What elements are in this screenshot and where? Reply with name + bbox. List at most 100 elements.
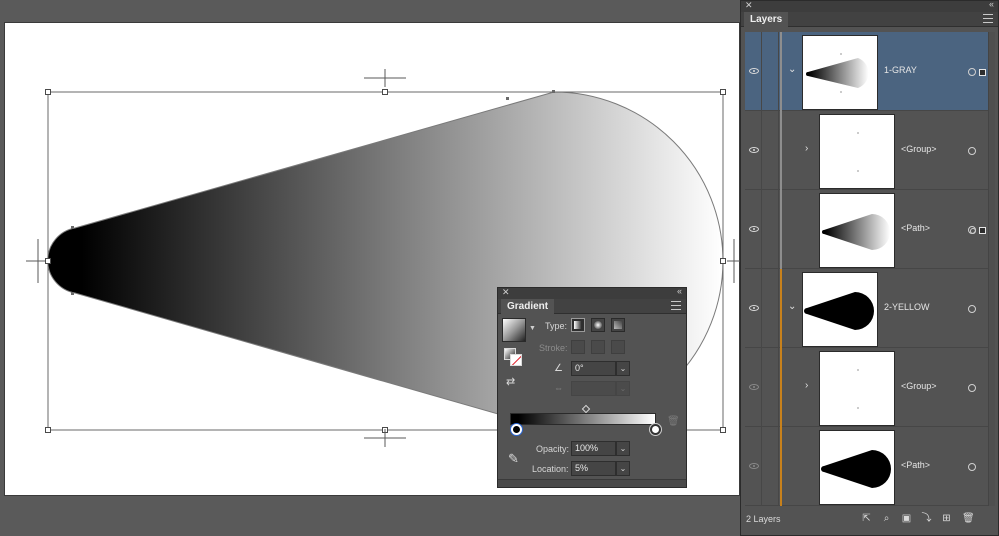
visibility-toggle[interactable] (745, 111, 762, 190)
freeform-gradient-button[interactable] (611, 318, 625, 332)
layer-name[interactable]: <Group> (901, 144, 937, 154)
type-label: Type: (545, 321, 568, 331)
clipping-mask-icon[interactable]: ▣ (901, 513, 912, 524)
collapse-icon[interactable]: ‹‹ (989, 0, 994, 10)
target-icon[interactable] (968, 305, 976, 313)
location-label: Location: (532, 464, 569, 474)
lock-toggle[interactable] (763, 32, 779, 111)
delete-stop-icon[interactable]: 🗑 (667, 416, 680, 427)
linear-gradient-button[interactable] (571, 318, 585, 332)
target-icon[interactable] (968, 226, 976, 234)
panel-menu-icon[interactable] (983, 14, 993, 23)
layer-name[interactable]: <Path> (901, 460, 930, 470)
lock-toggle[interactable] (763, 111, 779, 190)
chevron-right-icon[interactable]: › (805, 143, 808, 154)
opacity-dropdown[interactable]: ⌄ (616, 441, 630, 456)
radial-gradient-button[interactable] (591, 318, 605, 332)
layer-thumbnail (819, 351, 895, 426)
layer-row-1-gray[interactable]: ⌄ 1-GRAY (745, 32, 995, 111)
aspect-ratio-field[interactable] (571, 381, 616, 396)
stroke-within-button[interactable] (571, 340, 585, 354)
visibility-toggle[interactable] (745, 427, 762, 506)
angle-dropdown[interactable]: ⌄ (616, 361, 630, 376)
layer-row-group-2[interactable]: › <Group> (745, 348, 995, 427)
layer-color-bar (780, 427, 782, 506)
visibility-toggle[interactable] (745, 190, 762, 269)
tab-layers[interactable]: Layers (744, 12, 789, 27)
scroll-column (988, 111, 995, 190)
color-stop-black[interactable] (511, 424, 522, 435)
target-icon[interactable] (968, 384, 976, 392)
layers-tabbar: Layers (741, 12, 998, 27)
aspect-ratio-icon: ⇔ (554, 383, 563, 393)
layers-panel-titlebar[interactable]: ✕ ‹‹ (741, 0, 998, 12)
lock-toggle[interactable] (763, 269, 779, 348)
gradient-panel-titlebar[interactable]: ✕ ‹‹ (498, 286, 686, 299)
new-sublayer-icon[interactable]: ⤵ (921, 513, 932, 524)
selection-indicator[interactable] (979, 227, 986, 234)
target-icon[interactable] (968, 147, 976, 155)
layer-name[interactable]: 1-GRAY (884, 65, 917, 75)
eye-icon[interactable] (749, 384, 759, 390)
location-field[interactable]: 5% (571, 461, 616, 476)
eyedropper-icon[interactable]: ✎ (508, 451, 519, 467)
stroke-swatch[interactable] (510, 354, 522, 366)
selection-indicator[interactable] (979, 69, 986, 76)
visibility-toggle[interactable] (745, 348, 762, 427)
stroke-across-button[interactable] (611, 340, 625, 354)
chevron-down-icon[interactable]: ▼ (529, 325, 536, 332)
chevron-down-icon[interactable]: ⌄ (788, 301, 796, 312)
eye-icon[interactable] (749, 305, 759, 311)
target-icon[interactable] (968, 68, 976, 76)
eye-icon[interactable] (749, 463, 759, 469)
panel-resize-grip[interactable] (498, 479, 686, 487)
close-icon[interactable]: ✕ (502, 287, 510, 298)
opacity-field[interactable]: 100% (571, 441, 616, 456)
visibility-toggle[interactable] (745, 269, 762, 348)
new-layer-icon[interactable]: ⊞ (941, 513, 952, 524)
layers-panel: ✕ ‹‹ Layers ⌄ 1-GRAY › <Group> <Path> ⌄ … (740, 0, 999, 536)
gradient-preview-swatch[interactable] (502, 318, 526, 342)
trash-icon[interactable]: 🗑 (962, 513, 975, 524)
scroll-column (988, 348, 995, 427)
lock-toggle[interactable] (763, 427, 779, 506)
chevron-right-icon[interactable]: › (805, 380, 808, 391)
collapse-icon[interactable]: ‹‹ (677, 286, 682, 297)
eye-icon[interactable] (749, 226, 759, 232)
layer-name[interactable]: <Path> (901, 223, 930, 233)
panel-menu-icon[interactable] (671, 301, 681, 310)
midpoint-diamond[interactable] (581, 404, 591, 414)
reverse-gradient-icon[interactable]: ⇄ (506, 376, 518, 388)
eye-icon[interactable] (749, 147, 759, 153)
layer-name[interactable]: <Group> (901, 381, 937, 391)
aspect-ratio-dropdown[interactable]: ⌄ (616, 381, 630, 396)
layer-row-group-1[interactable]: › <Group> (745, 111, 995, 190)
layer-row-path-2[interactable]: <Path> (745, 427, 995, 506)
target-icon[interactable] (968, 463, 976, 471)
layer-row-2-yellow[interactable]: ⌄ 2-YELLOW (745, 269, 995, 348)
tab-gradient[interactable]: Gradient (501, 299, 555, 314)
stroke-along-button[interactable] (591, 340, 605, 354)
gradient-tabbar: Gradient (498, 299, 686, 314)
layer-color-bar (780, 111, 782, 190)
chevron-down-icon[interactable]: ⌄ (788, 64, 796, 75)
location-dropdown[interactable]: ⌄ (616, 461, 630, 476)
layer-thumbnail (819, 430, 895, 505)
layer-color-bar (780, 190, 782, 269)
angle-icon: ∠ (554, 363, 563, 374)
angle-field[interactable]: 0° (571, 361, 616, 376)
locate-object-icon[interactable]: ⌕ (881, 513, 892, 524)
visibility-toggle[interactable] (745, 32, 762, 111)
scroll-column (988, 427, 995, 506)
color-stop-white[interactable] (650, 424, 661, 435)
scroll-column (988, 32, 995, 111)
gradient-slider[interactable] (510, 413, 656, 425)
close-icon[interactable]: ✕ (745, 0, 753, 11)
export-icon[interactable]: ⇱ (861, 513, 872, 524)
layer-name[interactable]: 2-YELLOW (884, 302, 930, 312)
layer-color-bar (780, 269, 782, 348)
layer-row-path-1[interactable]: <Path> (745, 190, 995, 269)
eye-icon[interactable] (749, 68, 759, 74)
lock-toggle[interactable] (763, 190, 779, 269)
lock-toggle[interactable] (763, 348, 779, 427)
